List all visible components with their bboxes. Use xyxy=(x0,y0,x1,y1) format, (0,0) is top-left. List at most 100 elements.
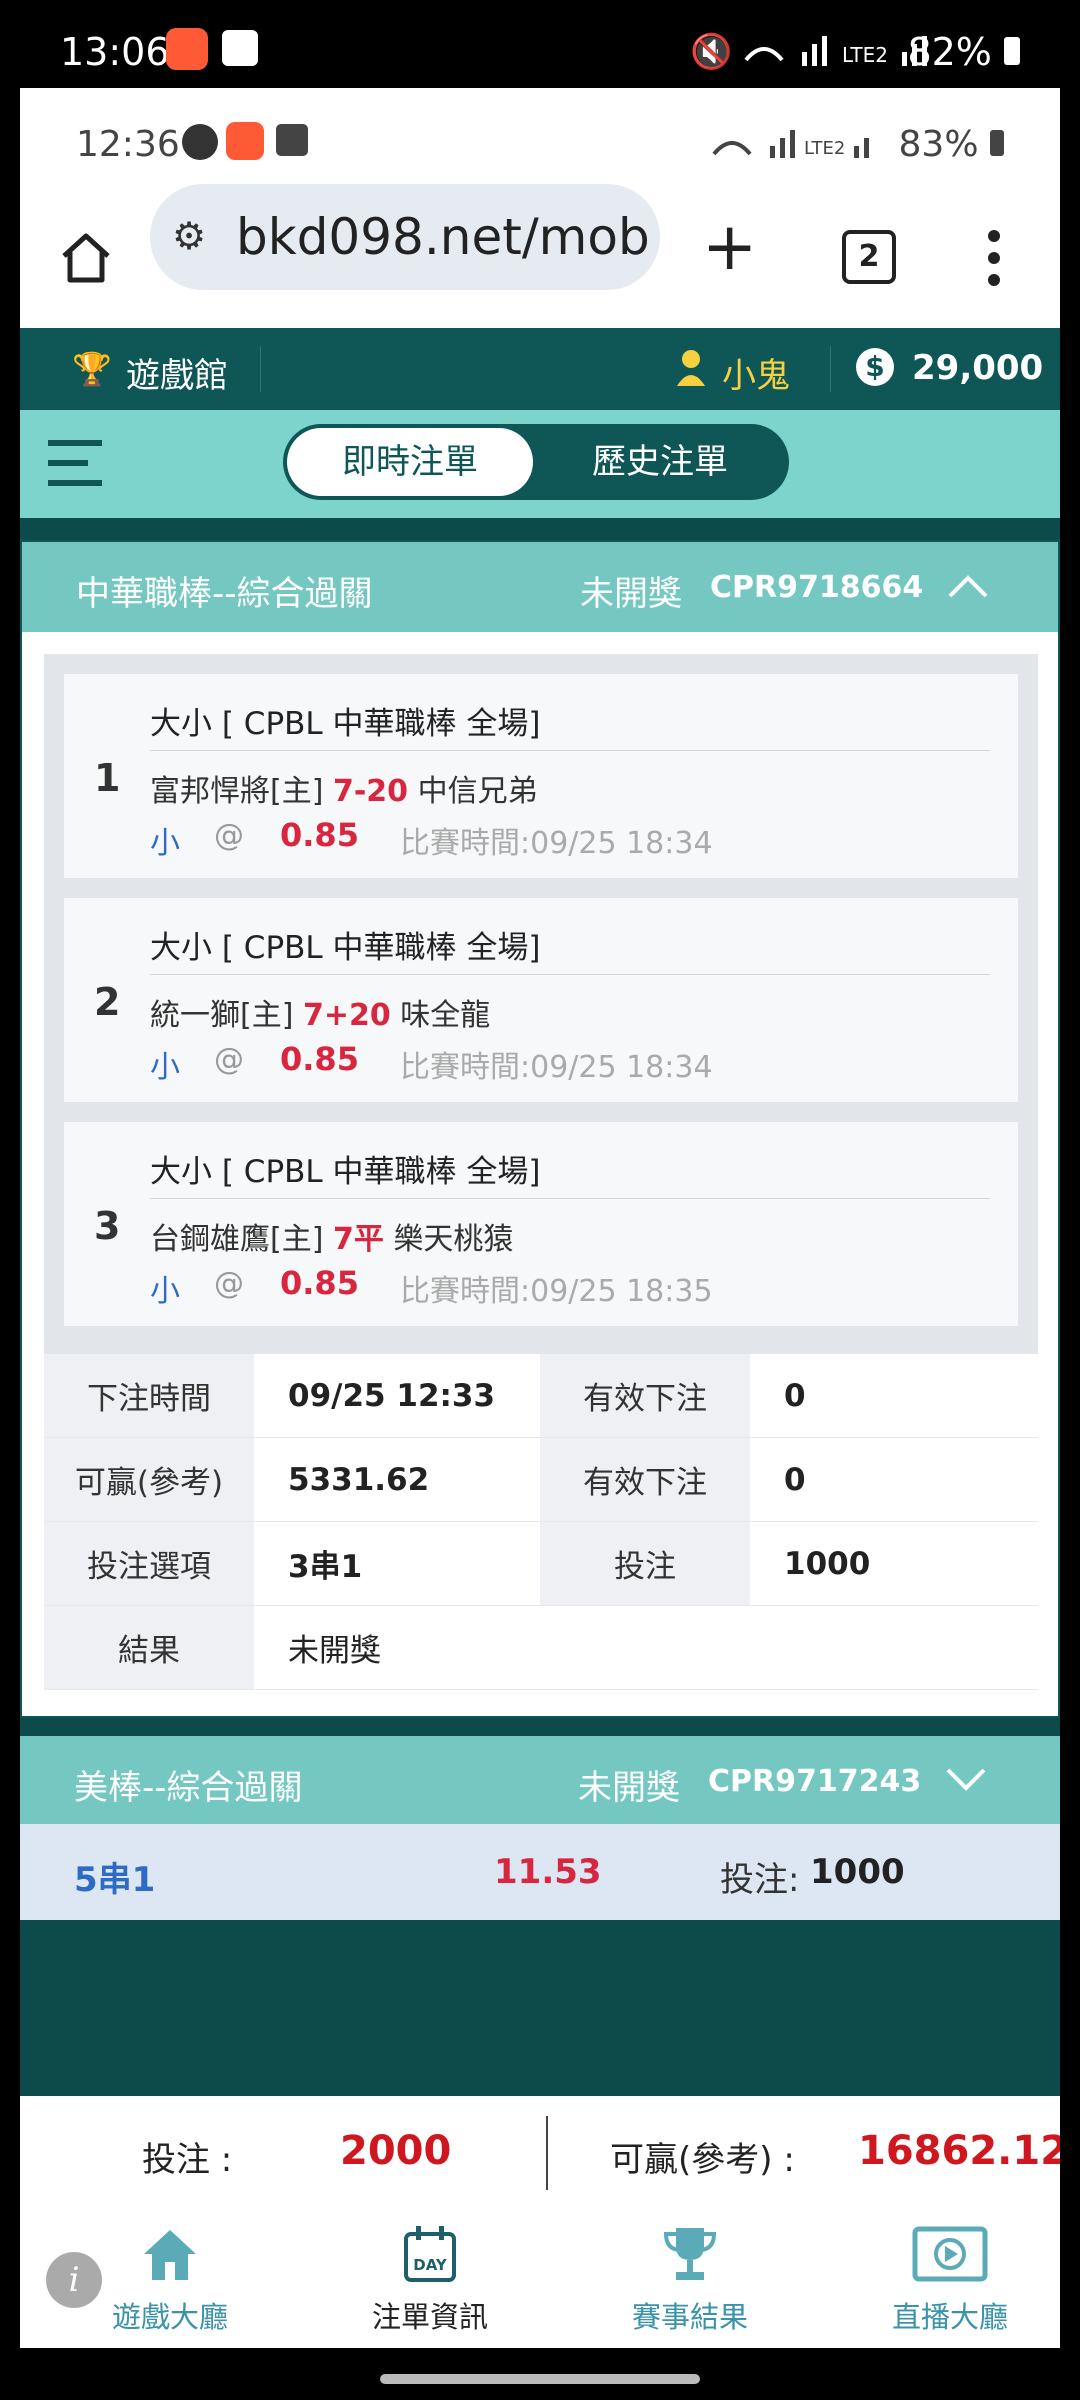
messenger-icon xyxy=(182,124,218,160)
bottom-nav: i 遊戲大廳 DAY 注單資訊 賽事結果 直播大廳 xyxy=(20,2208,1060,2348)
ticket-collapsed-row[interactable]: 5串1 11.53 投注: 1000 xyxy=(20,1824,1060,1920)
leg-number: 1 xyxy=(94,756,121,800)
inner-battery: 83% xyxy=(899,124,1004,165)
valid-bet-label: 有效下注 xyxy=(540,1354,750,1438)
divider xyxy=(150,750,990,751)
leg-at: @ xyxy=(214,1042,244,1077)
device-status-bar: 13:06 🔇 LTE2 82% xyxy=(0,0,1080,88)
stake-value: 1000 xyxy=(810,1852,905,1892)
bet-ticket: 美棒--綜合過關 未開獎 CPR9717243 5串1 11.53 投注: 10… xyxy=(20,1736,1060,1920)
total-stake-value: 2000 xyxy=(340,2128,452,2174)
tab-live-bets[interactable]: 即時注單 xyxy=(287,428,533,496)
battery-icon xyxy=(1004,37,1020,65)
tab-bar: 即時注單 歷史注單 xyxy=(20,410,1060,518)
nav-label: 直播大廳 xyxy=(891,2300,1008,2334)
site-settings-icon[interactable]: ⚙ xyxy=(172,214,206,258)
inner-status-time: 12:36 xyxy=(76,124,180,165)
ticket-summary: 下注時間 09/25 12:33 有效下注 0 可贏(參考) 5331.62 有… xyxy=(44,1354,1038,1694)
bet-leg: 1 大小 [ CPBL 中華職棒 全場] 富邦悍將[主] 7-20 中信兄弟 小… xyxy=(64,674,1018,878)
address-bar[interactable]: ⚙ bkd098.net/mobile xyxy=(150,184,660,290)
balance: 29,000 xyxy=(912,348,1044,388)
option-label: 投注選項 xyxy=(44,1522,254,1606)
task-notification-icon xyxy=(222,30,258,66)
nav-match-results[interactable]: 賽事結果 xyxy=(590,2218,790,2336)
leg-match: 台鋼雄鷹[主] 7平 樂天桃猿 xyxy=(150,1214,513,1258)
total-stake-label: 投注 : xyxy=(142,2140,233,2180)
calendar-icon: DAY xyxy=(330,2218,530,2290)
site-header: 🏆 遊戲館 小鬼 $ 29,000 xyxy=(20,328,1060,410)
leg-match: 富邦悍將[主] 7-20 中信兄弟 xyxy=(150,766,538,810)
leg-at: @ xyxy=(214,818,244,853)
valid-bet-value: 0 xyxy=(750,1438,1038,1522)
ticket-code: CPR9717243 xyxy=(708,1764,922,1799)
valid-bet-value: 0 xyxy=(750,1354,1038,1438)
ticket-header[interactable]: 中華職棒--綜合過關 未開獎 CPR9718664 xyxy=(22,542,1058,632)
url-text: bkd098.net/mobile xyxy=(236,208,648,266)
bet-ticket: 中華職棒--綜合過關 未開獎 CPR9718664 1 大小 [ CPBL 中華… xyxy=(20,540,1060,1718)
ticket-code: CPR9718664 xyxy=(710,570,924,605)
bet-leg: 3 大小 [ CPBL 中華職棒 全場] 台鋼雄鷹[主] 7平 樂天桃猿 小 @… xyxy=(64,1122,1018,1326)
away-team: 味全龍 xyxy=(400,998,491,1033)
parlay-odds: 11.53 xyxy=(494,1852,602,1892)
leg-score: 7+20 xyxy=(302,998,391,1033)
chevron-up-icon[interactable] xyxy=(946,572,990,600)
divider xyxy=(830,346,831,392)
gesture-handle[interactable] xyxy=(380,2374,700,2384)
username[interactable]: 小鬼 xyxy=(722,348,790,397)
leg-pick: 小 xyxy=(150,1050,180,1085)
divider xyxy=(150,1198,990,1199)
leg-market: 大小 [ CPBL 中華職棒 全場] xyxy=(150,930,541,966)
svg-text:LTE2: LTE2 xyxy=(842,43,888,67)
new-tab-icon[interactable]: + xyxy=(702,208,757,285)
result-value: 未開獎 xyxy=(254,1606,1038,1690)
battery-percentage: 82% xyxy=(907,30,1020,74)
browser-toolbar: ⚙ bkd098.net/mobile + 2 xyxy=(20,184,1060,328)
stake-label: 投注 xyxy=(540,1522,750,1606)
leg-odds: 0.85 xyxy=(280,1264,359,1302)
home-team: 台鋼雄鷹[主] xyxy=(150,1222,324,1257)
app-notification-icon xyxy=(226,122,264,160)
ticket-league: 美棒--綜合過關 xyxy=(74,1768,303,1808)
leg-pick: 小 xyxy=(150,826,180,861)
lobby-link[interactable]: 遊戲館 xyxy=(126,348,228,397)
ticket-league: 中華職棒--綜合過關 xyxy=(76,574,373,614)
bet-time-label: 下注時間 xyxy=(44,1354,254,1438)
totals-bar: 投注 : 2000 可贏(參考) : 16862.12 xyxy=(20,2096,1060,2208)
inner-status-bar: 12:36 LTE2 83% xyxy=(20,88,1060,188)
home-icon[interactable] xyxy=(56,228,116,288)
nav-bet-info[interactable]: DAY 注單資訊 xyxy=(330,2218,530,2336)
ticket-status: 未開獎 xyxy=(578,1768,680,1808)
trophy-icon xyxy=(590,2218,790,2290)
bet-tabs: 即時注單 歷史注單 xyxy=(283,424,789,500)
tab-history-bets[interactable]: 歷史注單 xyxy=(535,428,785,496)
option-value: 3串1 xyxy=(254,1522,540,1606)
away-team: 中信兄弟 xyxy=(417,774,538,809)
nav-label: 注單資訊 xyxy=(371,2300,488,2334)
dollar-icon: $ xyxy=(856,348,894,386)
svg-text:LTE2: LTE2 xyxy=(804,138,845,159)
leg-score: 7-20 xyxy=(332,774,409,809)
leg-match-time: 比賽時間:09/25 18:35 xyxy=(400,1274,713,1309)
chevron-down-icon[interactable] xyxy=(944,1766,988,1794)
ticket-header[interactable]: 美棒--綜合過關 未開獎 CPR9717243 xyxy=(20,1736,1060,1824)
leg-market: 大小 [ CPBL 中華職棒 全場] xyxy=(150,1154,541,1190)
ticket-status: 未開獎 xyxy=(580,574,682,614)
legs-container: 1 大小 [ CPBL 中華職棒 全場] 富邦悍將[主] 7-20 中信兄弟 小… xyxy=(44,654,1038,1354)
leg-odds: 0.85 xyxy=(280,816,359,854)
task-icon xyxy=(276,124,308,156)
parlay-type: 5串1 xyxy=(74,1860,156,1900)
browser-menu-icon[interactable] xyxy=(988,228,1000,288)
hamburger-menu-icon[interactable] xyxy=(48,438,102,488)
stake-label: 投注: xyxy=(720,1860,800,1900)
nav-live-lobby[interactable]: 直播大廳 xyxy=(850,2218,1050,2336)
leg-score: 7平 xyxy=(332,1222,384,1257)
leg-match: 統一獅[主] 7+20 味全龍 xyxy=(150,990,490,1034)
nav-label: 遊戲大廳 xyxy=(111,2300,228,2334)
leg-at: @ xyxy=(214,1266,244,1301)
home-icon xyxy=(70,2218,270,2290)
nav-game-lobby[interactable]: 遊戲大廳 xyxy=(70,2218,270,2336)
total-win-value: 16862.12 xyxy=(858,2128,1060,2174)
battery-icon xyxy=(990,130,1004,156)
tab-switcher-button[interactable]: 2 xyxy=(842,230,896,284)
leg-number: 3 xyxy=(94,1204,121,1248)
